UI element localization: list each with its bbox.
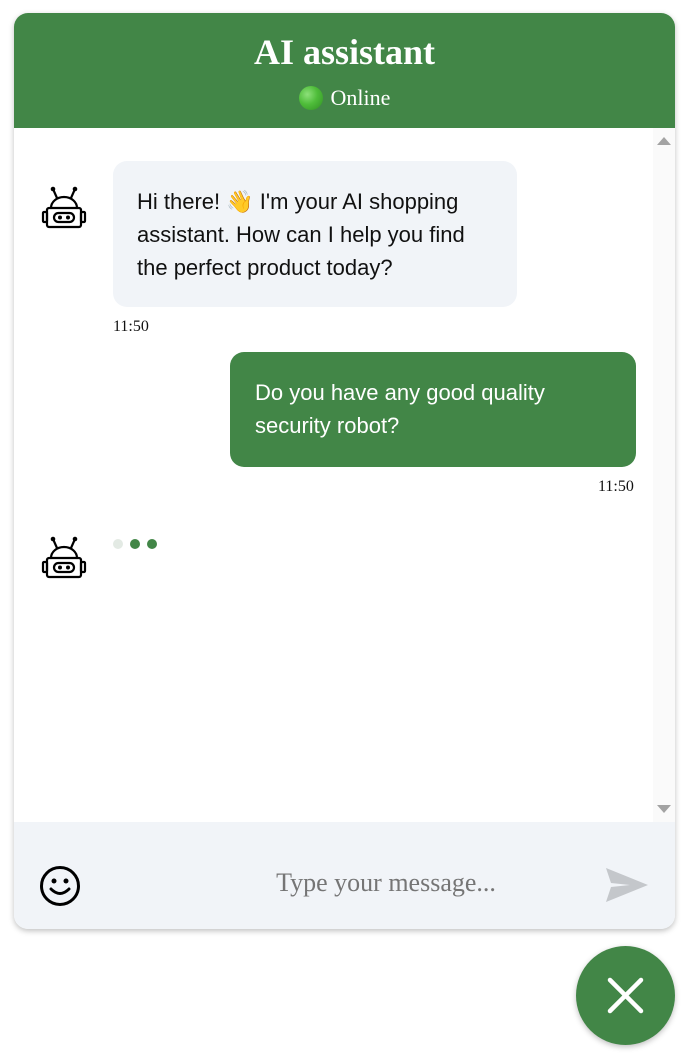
- user-message-time: 11:50: [598, 478, 634, 495]
- chat-header: AI assistant Online: [14, 13, 675, 128]
- scrollbar[interactable]: [653, 128, 675, 822]
- typing-dot: [113, 539, 123, 549]
- scroll-down-arrow-icon[interactable]: [657, 805, 671, 813]
- chat-window: AI assistant Online Hi there! 👋 I'm your…: [14, 13, 675, 929]
- chat-title: AI assistant: [253, 32, 436, 72]
- emoji-button[interactable]: [38, 864, 82, 908]
- close-icon: [607, 977, 644, 1014]
- user-message-bubble: Do you have any good quality security ro…: [230, 352, 636, 467]
- message-input[interactable]: [194, 860, 578, 906]
- close-chat-button[interactable]: [576, 946, 675, 1045]
- robot-icon: [40, 184, 88, 232]
- robot-icon: [40, 534, 88, 582]
- online-status-dot-icon: [298, 86, 323, 110]
- send-icon: [606, 868, 648, 902]
- status-text: Online: [330, 85, 391, 110]
- bot-message-bubble: Hi there! 👋 I'm your AI shopping assista…: [113, 161, 517, 307]
- typing-indicator: [113, 539, 157, 549]
- composer-bar: [14, 822, 675, 929]
- status-row: Online: [14, 84, 675, 112]
- messages-area[interactable]: Hi there! 👋 I'm your AI shopping assista…: [14, 128, 675, 822]
- smiley-icon: [40, 866, 80, 906]
- typing-dot: [147, 539, 157, 549]
- send-button[interactable]: [604, 865, 650, 905]
- scroll-up-arrow-icon[interactable]: [657, 137, 671, 145]
- typing-dot: [130, 539, 140, 549]
- bot-message-time: 11:50: [113, 318, 149, 335]
